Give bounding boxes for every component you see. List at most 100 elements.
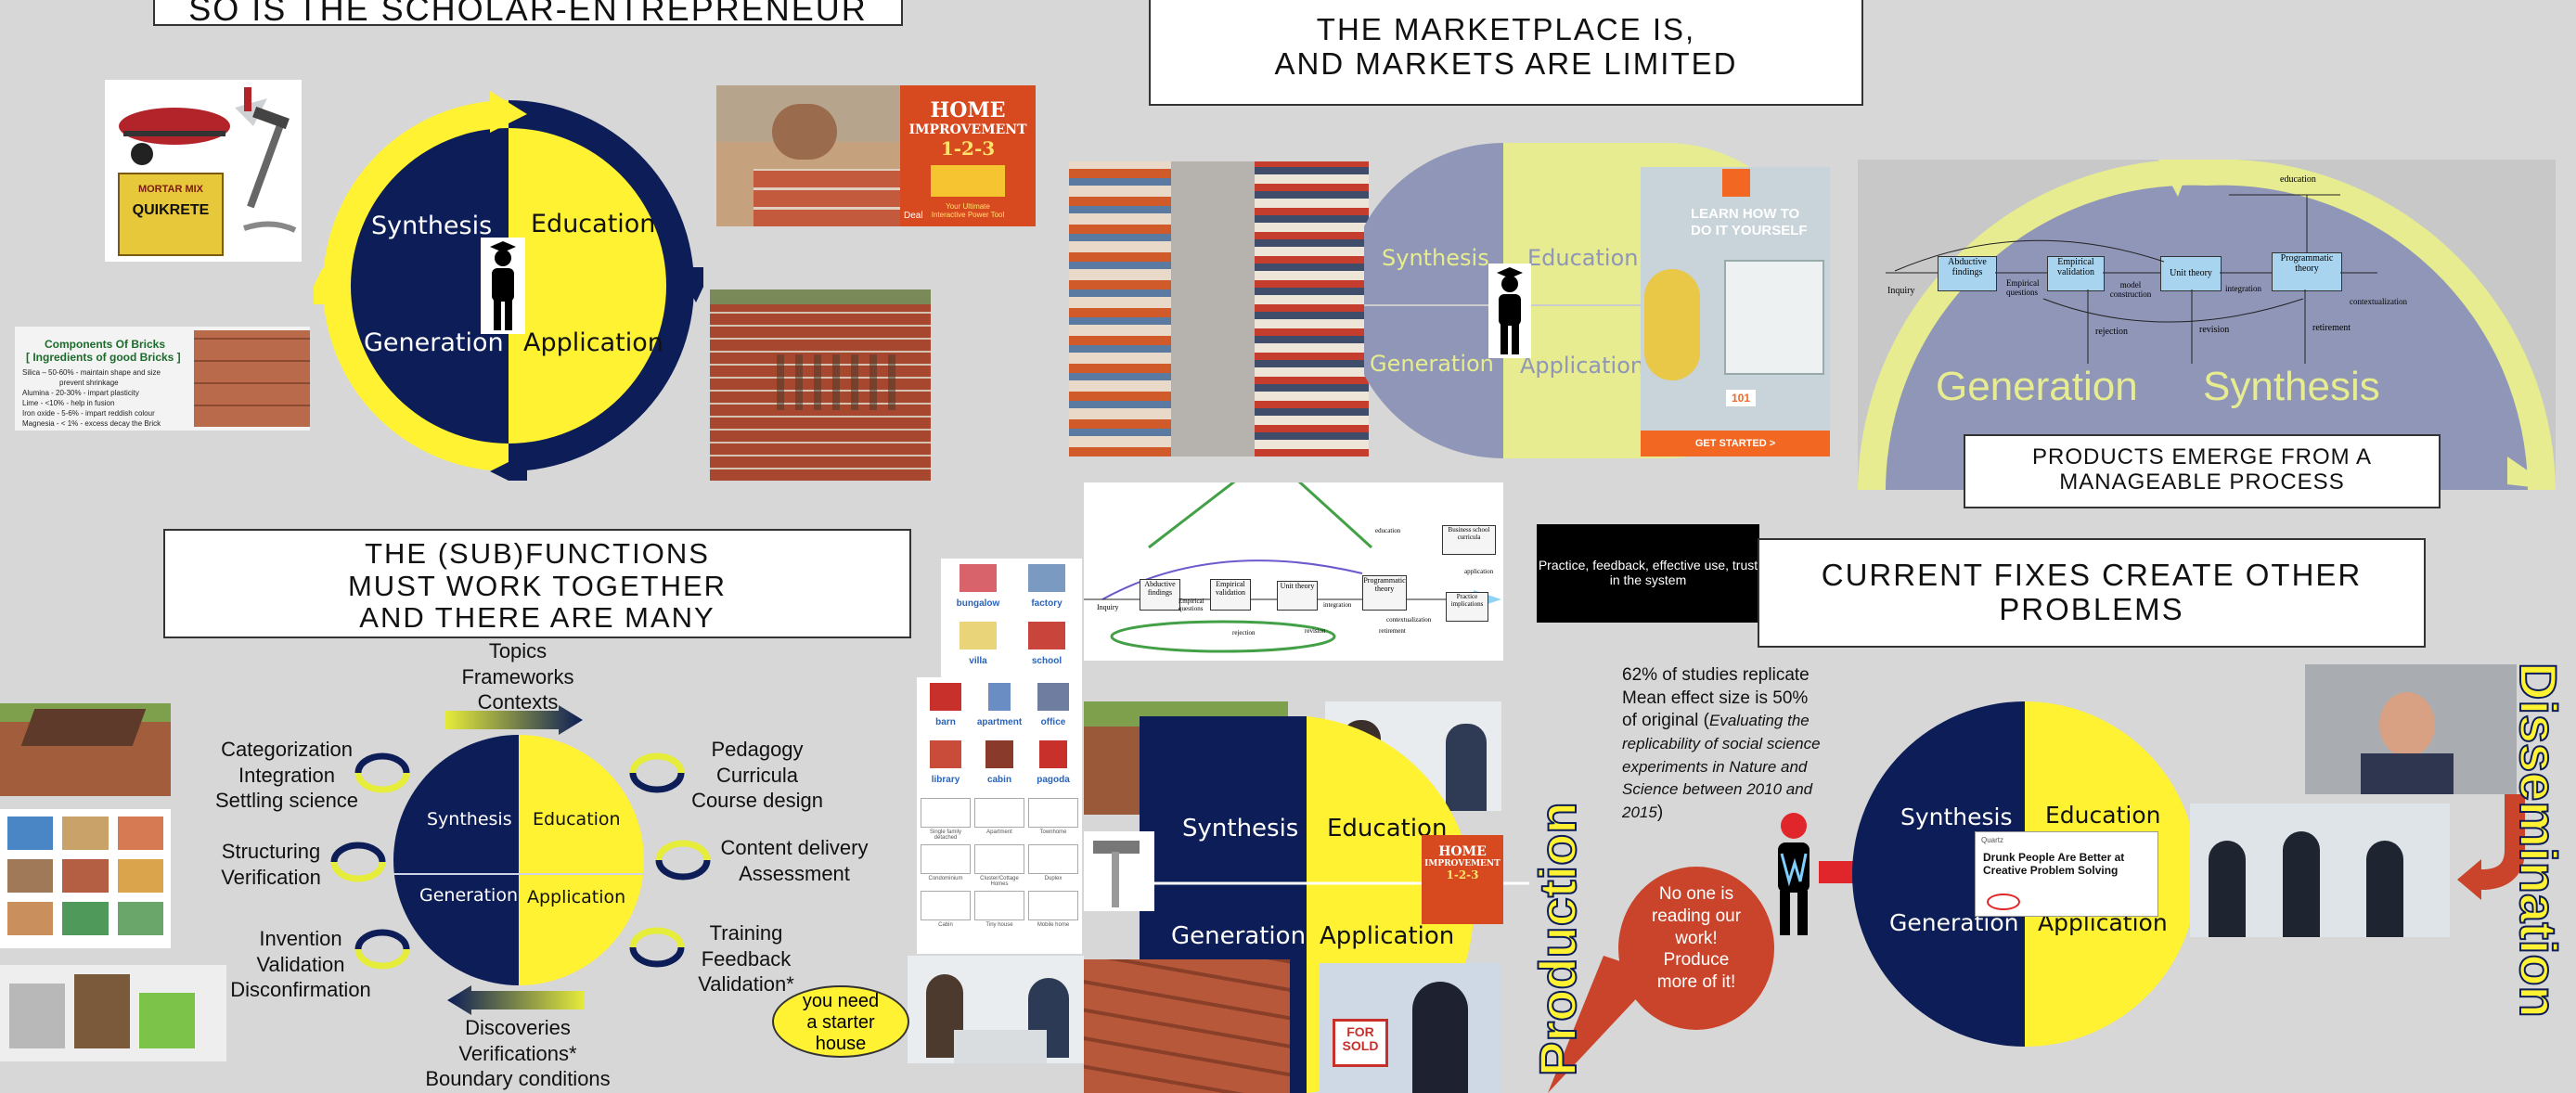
m-label-rejection: rejection	[1232, 629, 1256, 637]
bricks-lines: Silica – 50-60% - maintain shape and siz…	[22, 367, 194, 429]
p3-synthesis-big: Synthesis	[2203, 364, 2380, 409]
m-box-programmatic: Programmatic theory	[1362, 575, 1407, 611]
p3-generation-big: Generation	[1936, 364, 2138, 409]
tools-photo: MORTAR MIX QUIKRETE	[105, 80, 302, 262]
m-label-revision: revision	[1305, 627, 1326, 635]
house-tile: bungalow	[945, 559, 1011, 611]
bottom-discoveries-label: Discoveries Verifications* Boundary cond…	[425, 1016, 611, 1090]
p4-education: Education	[533, 809, 621, 829]
cycle-arrows-icon	[629, 752, 685, 793]
flow-label-questions: Empirical questions	[2006, 278, 2040, 297]
m-box-abductive: Abductive findings	[1140, 579, 1180, 611]
house-tile: office	[1026, 677, 1080, 729]
hammer-photo	[1084, 831, 1154, 911]
book2-line1: HOME	[1438, 844, 1487, 859]
p2-education: Education	[1527, 245, 1639, 271]
subfunction-quadrant-circle	[393, 735, 644, 985]
sketch-tile: Tiny house	[974, 891, 1024, 928]
p4-application: Application	[527, 887, 626, 907]
house-types-grid-2: barn apartment office library cabin pago…	[917, 677, 1082, 794]
cycle-arrows-icon	[354, 929, 410, 970]
p4-generation: Generation	[419, 885, 518, 906]
p5-education: Education	[2045, 802, 2161, 829]
left-categorization-label: Categorization Integration Settling scie…	[214, 738, 359, 812]
article-headline: Drunk People Are Better at Creative Prob…	[1983, 851, 2125, 878]
house-tile: villa	[945, 616, 1011, 668]
flow-label-contextualization: contextualization	[2350, 297, 2407, 306]
sketch-tile: Apartment	[974, 798, 1024, 841]
house-tile: cabin	[972, 735, 1026, 787]
brick-house-photo	[0, 703, 171, 796]
m-label-inquiry: Inquiry	[1097, 603, 1119, 611]
p2-application: Application	[1520, 353, 1645, 379]
m-box-business: Business school curricula	[1442, 525, 1496, 555]
flow-label-rejection: rejection	[2095, 327, 2128, 337]
right-training-label: Training Feedback Validation*	[698, 921, 794, 996]
brick-line: prevent shrinkage	[59, 379, 119, 387]
mq-application: Application	[1320, 922, 1455, 950]
house-types-grid: bungalow factory villa school	[941, 559, 1082, 679]
building-materials-photo	[0, 965, 226, 1061]
flow-label-model: model construction	[2109, 280, 2152, 299]
angry-person-icon	[1778, 813, 1810, 935]
reading-bubble: No one is reading our work! Produce more…	[1618, 867, 1774, 1030]
house-tile: barn	[919, 677, 972, 729]
scholar-person-icon	[481, 238, 525, 334]
middle-quadrant-panel: Synthesis Education Generation Applicati…	[1084, 698, 1529, 1093]
store-aisle-photo	[1069, 161, 1369, 456]
middle-flow-strip: Abductive findings Empirical validation …	[1084, 482, 1503, 661]
production-vertical-label: Production	[1527, 801, 1588, 1077]
house-sketches-grid: Single family detached Apartment Townhom…	[917, 794, 1082, 954]
m-box-empirical: Empirical validation	[1210, 579, 1251, 611]
book-line6: Deal	[904, 211, 923, 221]
brick-line: Lime - <10% - help in fusion	[22, 399, 115, 407]
home-improvement-book-2: HOME IMPROVEMENT 1-2-3	[1422, 835, 1503, 924]
ad-badge: 101	[1726, 390, 1757, 406]
consultation-photo	[908, 956, 1084, 1063]
brick-line: Iron oxide - 5-6% - impart reddish colou…	[22, 409, 155, 418]
brick-line: Alumina - 20-30% - impart plasticity	[22, 389, 139, 397]
sketch-tile: Single family detached	[921, 798, 971, 841]
house-tile: library	[919, 735, 972, 787]
bricks-components-card: Components Of Bricks [ Ingredients of go…	[15, 327, 310, 431]
panel3-caption: PRODUCTS EMERGE FROM A MANAGEABLE PROCES…	[1964, 434, 2441, 508]
house-tile: apartment	[972, 677, 1026, 729]
p5-synthesis: Synthesis	[1900, 804, 2013, 830]
p1-education: Education	[531, 210, 656, 238]
home-improvement-book: HOME IMPROVEMENT 1-2-3 Your Ultimate Int…	[900, 85, 1036, 226]
cycle-arrows-icon	[655, 840, 711, 881]
flow-label-retirement: retirement	[2312, 323, 2351, 333]
cycle-arrows-icon	[629, 927, 685, 968]
sketch-tile: Duplex	[1028, 844, 1078, 887]
sold-sign: FOR SOLD	[1333, 1019, 1388, 1067]
panel-marketplace: THE MARKETPLACE IS, AND MARKETS ARE LIMI…	[1069, 0, 1863, 473]
sketch-tile: Mobile home	[1028, 891, 1078, 928]
get-started-button[interactable]: GET STARTED >	[1641, 431, 1830, 456]
mortar-bag: MORTAR MIX QUIKRETE	[118, 173, 224, 256]
stats-line2: Mean effect size is 50%	[1622, 688, 1809, 708]
panel-scholar-entrepreneur: SO IS THE SCHOLAR-ENTREPRENEUR MORTAR MI…	[0, 0, 1075, 506]
brick-stack-photo	[194, 330, 310, 427]
isometric-houses-grid	[0, 809, 171, 948]
house-tile: school	[1013, 616, 1080, 668]
book-line2: IMPROVEMENT	[908, 122, 1027, 137]
m-label-education: education	[1375, 527, 1401, 534]
right-content-delivery-label: Content delivery Assessment	[720, 836, 869, 885]
sketch-tile: Cluster/Cottage Homes	[974, 844, 1024, 887]
home-depot-logo-icon	[1722, 169, 1750, 197]
m-box-unit: Unit theory	[1277, 581, 1318, 611]
panel-products-process: Abductive findings Empirical validation …	[1858, 160, 2556, 508]
brick-line: Silica – 50-60% - maintain shape and siz…	[22, 368, 161, 377]
m-label-integration: integration	[1323, 601, 1352, 609]
book-line4: Your Ultimate	[946, 202, 990, 211]
middle-flow-arrows	[1084, 482, 1501, 653]
sketch-tile: Condominium	[921, 844, 971, 887]
ad-line1: LEARN HOW TO	[1691, 206, 1800, 222]
sketch-tile: Townhome	[1028, 798, 1078, 841]
bricks-subheading: [ Ingredients of good Bricks ]	[26, 351, 181, 364]
panel-subfunctions: THE (SUB)FUNCTIONS MUST WORK TOGETHER AN…	[0, 507, 1084, 1093]
sketch-tile: Cabin	[921, 891, 971, 928]
scholar-person-icon	[1488, 264, 1531, 358]
cycle-arrows-icon	[330, 842, 386, 882]
brick-wall-photo	[710, 289, 931, 481]
